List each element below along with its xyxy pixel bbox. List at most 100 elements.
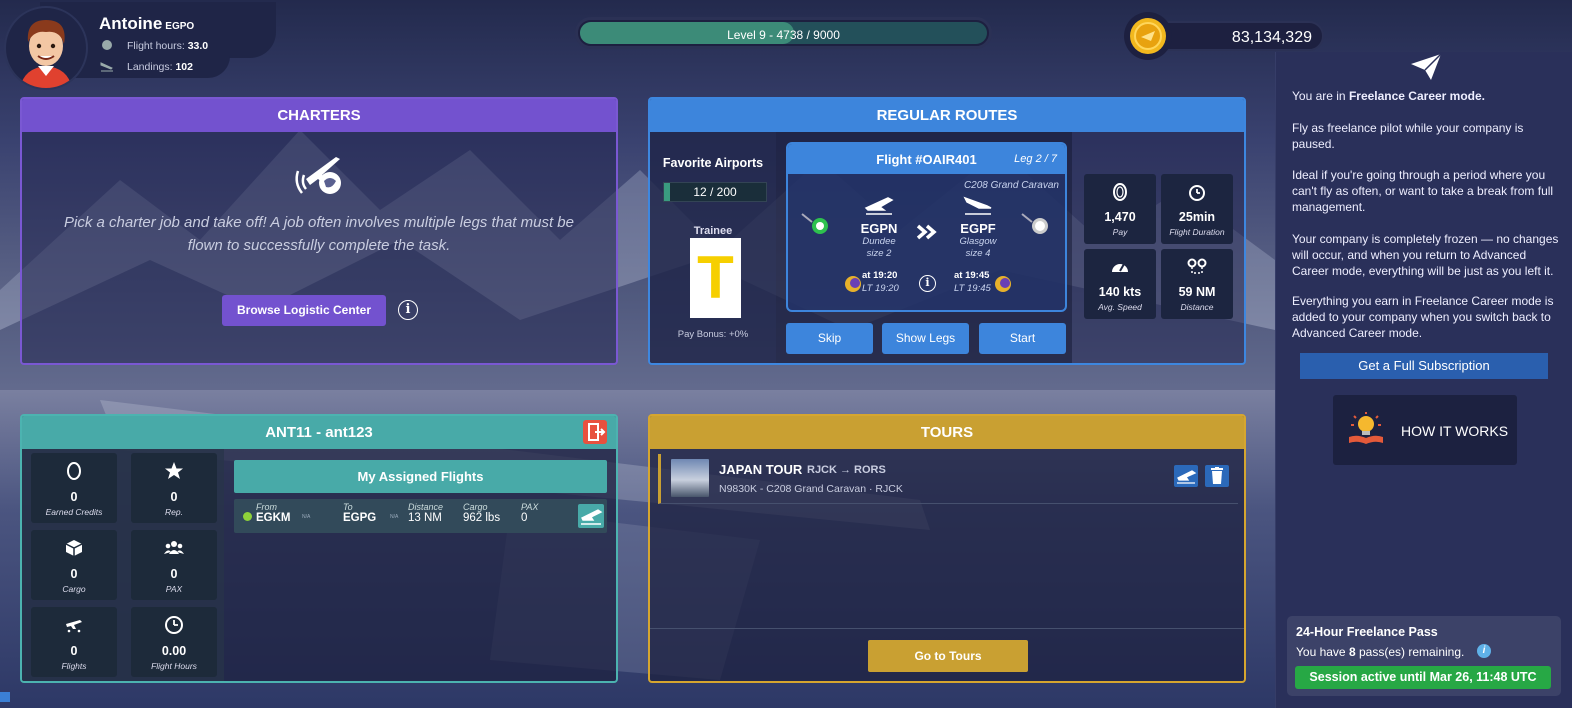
pay-bonus: Pay Bonus: +0% bbox=[677, 329, 749, 340]
rank-label: Trainee bbox=[693, 225, 733, 237]
from-col: From EGKM bbox=[256, 502, 291, 524]
skip-button[interactable]: Skip bbox=[786, 323, 873, 354]
profile-card[interactable]: Antoine EGPO Flight hours: 33.0 Landings:… bbox=[0, 0, 280, 92]
speed-label: Avg. Speed bbox=[1098, 302, 1142, 312]
coin-icon bbox=[1124, 12, 1172, 60]
tour-name: JAPAN TOUR bbox=[719, 462, 803, 477]
people-icon bbox=[164, 541, 184, 554]
pass-remaining: You have 8 pass(es) remaining. bbox=[1296, 645, 1465, 659]
charters-panel: CHARTERS Pick a charter job and take off… bbox=[20, 97, 618, 365]
flight-section: Flight #OAIR401 Leg 2 / 7 C208 Grand Car… bbox=[776, 132, 1072, 363]
distance-col: Distance 13 NM bbox=[408, 502, 444, 524]
credits-value: 83,134,329 bbox=[1231, 29, 1312, 46]
browse-logistic-center-button[interactable]: Browse Logistic Center bbox=[222, 295, 386, 326]
delete-tour-icon[interactable] bbox=[1205, 465, 1229, 487]
pax-stat: 0 PAX bbox=[131, 530, 217, 600]
flight-hours-label: Flight Hours bbox=[151, 661, 197, 671]
moon-icon bbox=[995, 276, 1011, 292]
coin-outline-icon bbox=[1113, 183, 1127, 201]
flight-card[interactable]: Flight #OAIR401 Leg 2 / 7 C208 Grand Car… bbox=[786, 142, 1067, 312]
pass-count: 8 bbox=[1348, 645, 1356, 659]
charters-info-icon[interactable]: i bbox=[398, 300, 418, 320]
arrival-size: size 4 bbox=[965, 248, 991, 259]
freelance-pass-card: 24-Hour Freelance Pass You have 8 pass(e… bbox=[1287, 616, 1561, 696]
earned-credits-stat: 0 Earned Credits bbox=[31, 453, 117, 523]
how-it-works-button[interactable]: HOW IT WORKS bbox=[1333, 395, 1517, 465]
departure-code: EGPN bbox=[860, 221, 898, 236]
pass-info-icon[interactable]: i bbox=[1477, 644, 1491, 658]
landing-plane-icon bbox=[963, 196, 992, 215]
company-header: ANT11 - ant123 bbox=[22, 416, 616, 449]
avatar[interactable] bbox=[4, 6, 88, 90]
freelance-sidebar: You are in Freelance Career mode. Fly as… bbox=[1275, 52, 1572, 708]
star-icon bbox=[165, 462, 183, 479]
speed-stat: 140 kts Avg. Speed bbox=[1084, 249, 1156, 319]
favorite-airports-count: 12 / 200 bbox=[693, 185, 737, 199]
go-to-tours-button[interactable]: Go to Tours bbox=[868, 640, 1028, 672]
double-chevron-icon bbox=[916, 224, 937, 240]
flight-info-icon[interactable]: i bbox=[919, 275, 936, 292]
assigned-flights-header[interactable]: My Assigned Flights bbox=[234, 460, 607, 493]
flight-hours: Flight hours: 33.0 bbox=[102, 40, 208, 52]
tours-title: TOURS bbox=[650, 416, 1244, 449]
show-legs-button[interactable]: Show Legs bbox=[882, 323, 969, 354]
to-code: EGPG bbox=[343, 512, 377, 524]
company-title: ANT11 - ant123 bbox=[265, 424, 373, 441]
company-panel: ANT11 - ant123 0 Earned Credits 0 Rep. 0… bbox=[20, 414, 618, 683]
departure-time: at 19:20 bbox=[862, 270, 898, 281]
tours-divider bbox=[650, 628, 1244, 629]
reputation-label: Rep. bbox=[165, 507, 183, 517]
mode-desc-2: Ideal if you're going through a period w… bbox=[1292, 168, 1554, 214]
avatar-face-icon bbox=[20, 20, 72, 88]
arrival-time: at 19:45 bbox=[954, 270, 990, 281]
charter-plane-icon bbox=[295, 157, 341, 194]
departure-board-icon[interactable] bbox=[578, 504, 604, 528]
mode-desc-4: Everything you earn in Freelance Career … bbox=[1292, 294, 1554, 340]
arrival-airport[interactable]: EGPF Glasgow size 4 bbox=[943, 194, 1013, 260]
mode-name: Freelance Career mode. bbox=[1348, 89, 1486, 103]
route-stats: 1,470 Pay 25min Flight Duration 140 kts … bbox=[1072, 132, 1244, 363]
pax-value: 0 bbox=[170, 567, 178, 581]
level-text: Level 9 - 4738 / 9000 bbox=[727, 28, 840, 42]
flights-stat: 0 Flights bbox=[31, 607, 117, 677]
routes-title: REGULAR ROUTES bbox=[650, 99, 1244, 132]
cargo-value: 0 bbox=[70, 567, 78, 581]
fly-tour-icon[interactable] bbox=[1174, 465, 1198, 487]
distance-value: 59 NM bbox=[1178, 285, 1216, 299]
corner-indicator-icon[interactable] bbox=[0, 692, 10, 702]
distance-label: Distance bbox=[1180, 302, 1214, 312]
mode-desc-1: Fly as freelance pilot while your compan… bbox=[1292, 121, 1524, 151]
flights-label: Flights bbox=[61, 661, 87, 671]
tour-item[interactable]: JAPAN TOUR RJCK → RORS N9830K - C208 Gra… bbox=[658, 454, 1238, 504]
plane-icon bbox=[66, 620, 82, 633]
flight-leg: Leg 2 / 7 bbox=[1014, 153, 1057, 165]
flight-hours-stat: 0.00 Flight Hours bbox=[131, 607, 217, 677]
assigned-flight-row[interactable]: From EGKM N/A To EGPG N/A Distance 13 NM Ca… bbox=[234, 499, 607, 533]
get-full-subscription-button[interactable]: Get a Full Subscription bbox=[1300, 353, 1548, 379]
pilot-home: EGPO bbox=[165, 21, 195, 32]
duration-stat: 25min Flight Duration bbox=[1161, 174, 1233, 244]
pax-col: PAX 0 bbox=[521, 502, 539, 524]
pilot-name: Antoine EGPO bbox=[99, 14, 195, 33]
flights-value: 0 bbox=[70, 644, 78, 658]
start-button[interactable]: Start bbox=[979, 323, 1066, 354]
arrival-gauge-icon bbox=[1021, 213, 1048, 234]
flight-card-header: Flight #OAIR401 Leg 2 / 7 bbox=[788, 144, 1065, 174]
exit-icon[interactable] bbox=[583, 420, 607, 444]
landings: Landings: 102 bbox=[100, 61, 193, 73]
earned-credits-value: 0 bbox=[70, 490, 78, 504]
box-icon bbox=[65, 540, 83, 556]
moon-icon bbox=[845, 276, 861, 292]
charters-description: Pick a charter job and take off! A job o… bbox=[64, 214, 574, 254]
pay-stat: 1,470 Pay bbox=[1084, 174, 1156, 244]
to-na: N/A bbox=[390, 514, 399, 520]
departure-airport[interactable]: EGPN Dundee size 2 bbox=[844, 194, 914, 260]
tour-subtitle: N9830K - C208 Grand Caravan · RJCK bbox=[719, 483, 903, 495]
route-pins-icon bbox=[1187, 258, 1207, 274]
landing-icon bbox=[100, 62, 113, 72]
charters-title: CHARTERS bbox=[22, 99, 616, 132]
clock-icon bbox=[102, 40, 112, 50]
company-stats: 0 Earned Credits 0 Rep. 0 Cargo 0 PAX 0 … bbox=[22, 449, 224, 681]
regular-routes-panel: REGULAR ROUTES Favorite Airports 12 / 20… bbox=[648, 97, 1246, 365]
level-progress-bar: Level 9 - 4738 / 9000 bbox=[575, 17, 992, 49]
